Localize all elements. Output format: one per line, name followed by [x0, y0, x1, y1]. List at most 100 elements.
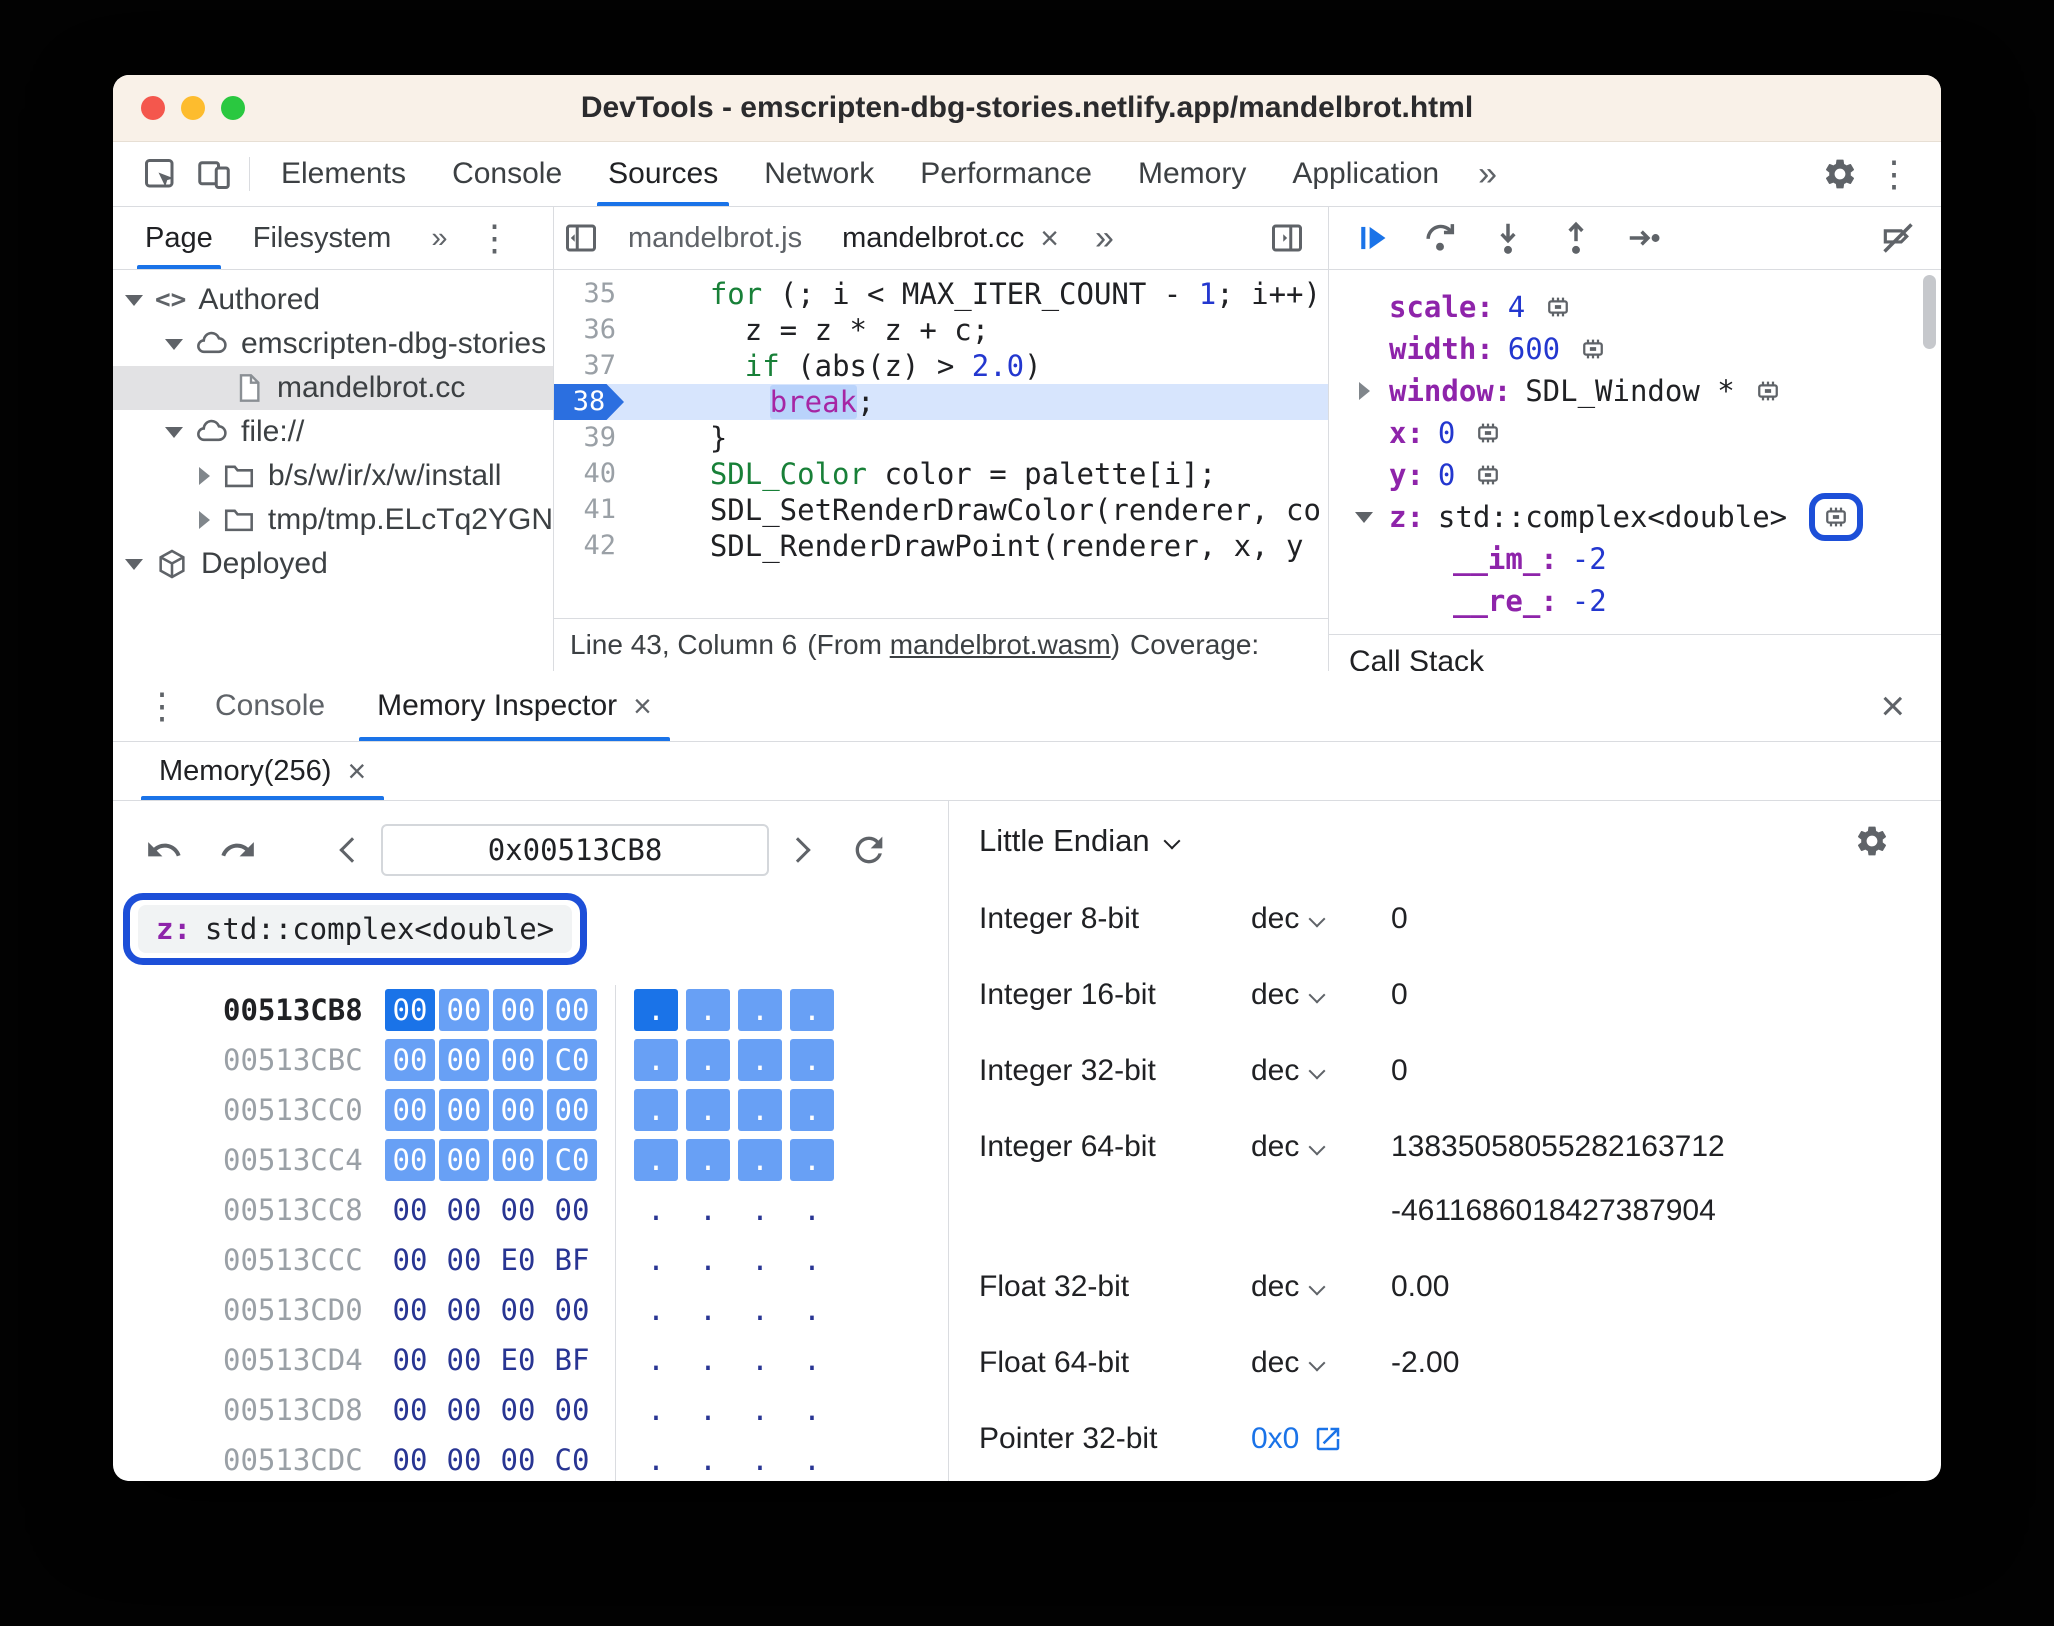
scrollbar-thumb[interactable] [1923, 275, 1936, 349]
memory-icon[interactable] [1753, 376, 1783, 406]
memory-byte[interactable]: E0 [493, 1239, 543, 1281]
maximize-window-button[interactable] [221, 96, 245, 120]
code-line[interactable]: 37 if (abs(z) > 2.0) [554, 348, 1328, 384]
tab-memory[interactable]: Memory [1115, 142, 1269, 206]
memory-byte[interactable]: 00 [385, 1289, 435, 1331]
interpreter-settings-gear-icon[interactable] [1845, 814, 1899, 868]
memory-byte[interactable]: C0 [547, 1439, 597, 1481]
memory-byte[interactable]: 00 [439, 1439, 489, 1481]
close-tab-icon[interactable]: × [633, 690, 652, 722]
step-out-icon[interactable] [1557, 219, 1595, 257]
sidebar-more-chevron[interactable]: » [411, 207, 467, 269]
memory-ascii-cell[interactable]: . [790, 989, 834, 1031]
tab-mandelbrot-cc[interactable]: mandelbrot.cc × [822, 207, 1079, 269]
scope-variable-im[interactable]: __im_: -2 [1329, 538, 1941, 580]
toggle-debugger-sidebar-icon[interactable] [1260, 211, 1314, 265]
step-icon[interactable] [1625, 219, 1663, 257]
memory-ascii-cell[interactable]: . [634, 1289, 678, 1331]
line-number[interactable]: 41 [554, 492, 626, 528]
memory-byte[interactable]: 00 [493, 1089, 543, 1131]
tree-item-project[interactable]: emscripten-dbg-stories [113, 322, 553, 366]
format-select[interactable]: dec [1251, 1054, 1391, 1088]
history-forward-icon[interactable] [211, 823, 265, 877]
memory-byte[interactable]: 00 [547, 1389, 597, 1431]
memory-byte[interactable]: 00 [493, 1189, 543, 1231]
memory-byte[interactable]: 00 [385, 1089, 435, 1131]
memory-ascii-cell[interactable]: . [790, 1039, 834, 1081]
minimize-window-button[interactable] [181, 96, 205, 120]
pointer-value-link[interactable]: 0x0 [1251, 1422, 1299, 1456]
memory-ascii-cell[interactable]: . [686, 1089, 730, 1131]
scope-variable-y[interactable]: y: 0 [1329, 454, 1941, 496]
wasm-source-link[interactable]: mandelbrot.wasm [890, 629, 1111, 660]
line-number[interactable]: 42 [554, 528, 626, 564]
collapsed-arrow-icon[interactable] [1358, 382, 1370, 400]
scope-variable-width[interactable]: width: 600 [1329, 328, 1941, 370]
memory-ascii-cell[interactable]: . [738, 1339, 782, 1381]
memory-byte[interactable]: 00 [493, 1039, 543, 1081]
memory-ascii-cell[interactable]: . [790, 1189, 834, 1231]
memory-byte[interactable]: 00 [385, 1339, 435, 1381]
tab-page[interactable]: Page [125, 207, 233, 269]
editor-more-tabs-chevron[interactable]: » [1079, 207, 1130, 269]
memory-icon[interactable] [1578, 334, 1608, 364]
memory-byte[interactable]: BF [547, 1339, 597, 1381]
memory-ascii-cell[interactable]: . [790, 1339, 834, 1381]
settings-gear-icon[interactable] [1813, 147, 1867, 201]
memory-byte[interactable]: 00 [493, 1289, 543, 1331]
memory-byte[interactable]: 00 [385, 1389, 435, 1431]
expanded-arrow-icon[interactable] [125, 558, 143, 570]
format-select[interactable]: dec [1251, 978, 1391, 1012]
memory-ascii-cell[interactable]: . [738, 1139, 782, 1181]
memory-icon[interactable] [1473, 460, 1503, 490]
tree-item-install-folder[interactable]: b/s/w/ir/x/w/install [113, 454, 553, 498]
tab-console-drawer[interactable]: Console [189, 671, 351, 741]
memory-byte[interactable]: 00 [439, 1289, 489, 1331]
memory-ascii-cell[interactable]: . [686, 989, 730, 1031]
memory-ascii-cell[interactable]: . [634, 1339, 678, 1381]
deactivate-breakpoints-icon[interactable] [1879, 219, 1917, 257]
memory-icon[interactable] [1473, 418, 1503, 448]
memory-ascii-cell[interactable]: . [686, 1339, 730, 1381]
memory-ascii-cell[interactable]: . [686, 1039, 730, 1081]
memory-variable-tag[interactable]: z: std::complex<double> [138, 905, 573, 953]
previous-page-chevron-icon[interactable] [339, 837, 365, 863]
drawer-menu-kebab-icon[interactable]: ⋮ [135, 679, 189, 733]
memory-ascii-cell[interactable]: . [738, 1039, 782, 1081]
tab-console[interactable]: Console [429, 142, 585, 206]
line-number[interactable]: 39 [554, 420, 626, 456]
memory-ascii-cell[interactable]: . [634, 1239, 678, 1281]
memory-byte[interactable]: 00 [385, 1189, 435, 1231]
memory-ascii-cell[interactable]: . [634, 1389, 678, 1431]
refresh-icon[interactable] [842, 823, 896, 877]
memory-ascii-cell[interactable]: . [686, 1389, 730, 1431]
expanded-arrow-icon[interactable] [125, 294, 143, 306]
line-number[interactable]: 40 [554, 456, 626, 492]
memory-byte[interactable]: 00 [385, 1139, 435, 1181]
tab-elements[interactable]: Elements [258, 142, 429, 206]
format-select[interactable]: dec [1251, 1270, 1391, 1304]
scope-variable-x[interactable]: x: 0 [1329, 412, 1941, 454]
code-line[interactable]: 35 for (; i < MAX_ITER_COUNT - 1; i++) [554, 276, 1328, 312]
memory-byte[interactable]: 00 [439, 1089, 489, 1131]
tree-item-file-scheme[interactable]: file:// [113, 410, 553, 454]
code-line[interactable]: 41 SDL_SetRenderDrawColor(renderer, co [554, 492, 1328, 528]
code-line[interactable]: 39 } [554, 420, 1328, 456]
tab-network[interactable]: Network [741, 142, 897, 206]
format-select[interactable]: dec [1251, 1130, 1391, 1164]
memory-byte[interactable]: 00 [547, 1189, 597, 1231]
sidebar-menu-kebab-icon[interactable]: ⋮ [467, 211, 521, 265]
memory-byte[interactable]: 00 [547, 1289, 597, 1331]
next-page-chevron-icon[interactable] [785, 837, 811, 863]
step-into-icon[interactable] [1489, 219, 1527, 257]
memory-byte[interactable]: 00 [547, 1089, 597, 1131]
memory-byte[interactable]: 00 [385, 1439, 435, 1481]
resume-script-icon[interactable] [1353, 219, 1391, 257]
expanded-arrow-icon[interactable] [165, 426, 183, 438]
memory-byte[interactable]: 00 [439, 1339, 489, 1381]
memory-ascii-cell[interactable]: . [738, 1239, 782, 1281]
format-select[interactable]: dec [1251, 1346, 1391, 1380]
memory-ascii-cell[interactable]: . [686, 1139, 730, 1181]
code-line[interactable]: 40 SDL_Color color = palette[i]; [554, 456, 1328, 492]
history-back-icon[interactable] [137, 823, 191, 877]
